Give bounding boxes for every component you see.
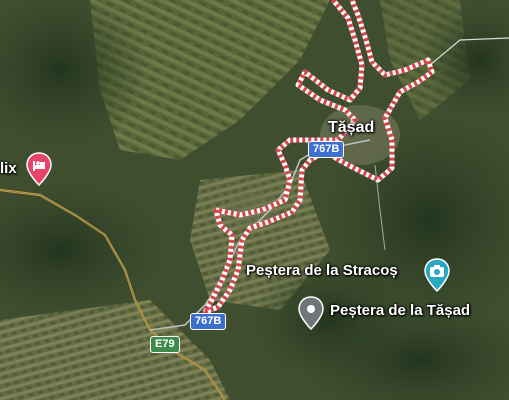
road-shield-e79: E79 bbox=[150, 336, 180, 353]
hotel-label[interactable]: lix bbox=[0, 161, 17, 176]
hotel-pin[interactable] bbox=[26, 152, 52, 191]
poi-label-stracos[interactable]: Peștera de la Stracoș bbox=[246, 263, 398, 278]
place-pin-icon bbox=[298, 296, 324, 331]
camera-icon bbox=[424, 258, 450, 293]
bed-icon bbox=[26, 152, 52, 187]
poi-pin-tasad[interactable] bbox=[298, 296, 324, 335]
road-shield-767b-bottom: 767B bbox=[190, 313, 227, 330]
satellite-map[interactable]: Tășad 767B 767B E79 lix Peștera de la St… bbox=[0, 0, 509, 400]
map-imagery bbox=[0, 0, 509, 400]
road-shield-767b-top: 767B bbox=[308, 141, 345, 158]
poi-label-tasad[interactable]: Peștera de la Tășad bbox=[330, 303, 470, 318]
photo-pin[interactable] bbox=[424, 258, 450, 297]
village-label[interactable]: Tășad bbox=[328, 120, 374, 136]
